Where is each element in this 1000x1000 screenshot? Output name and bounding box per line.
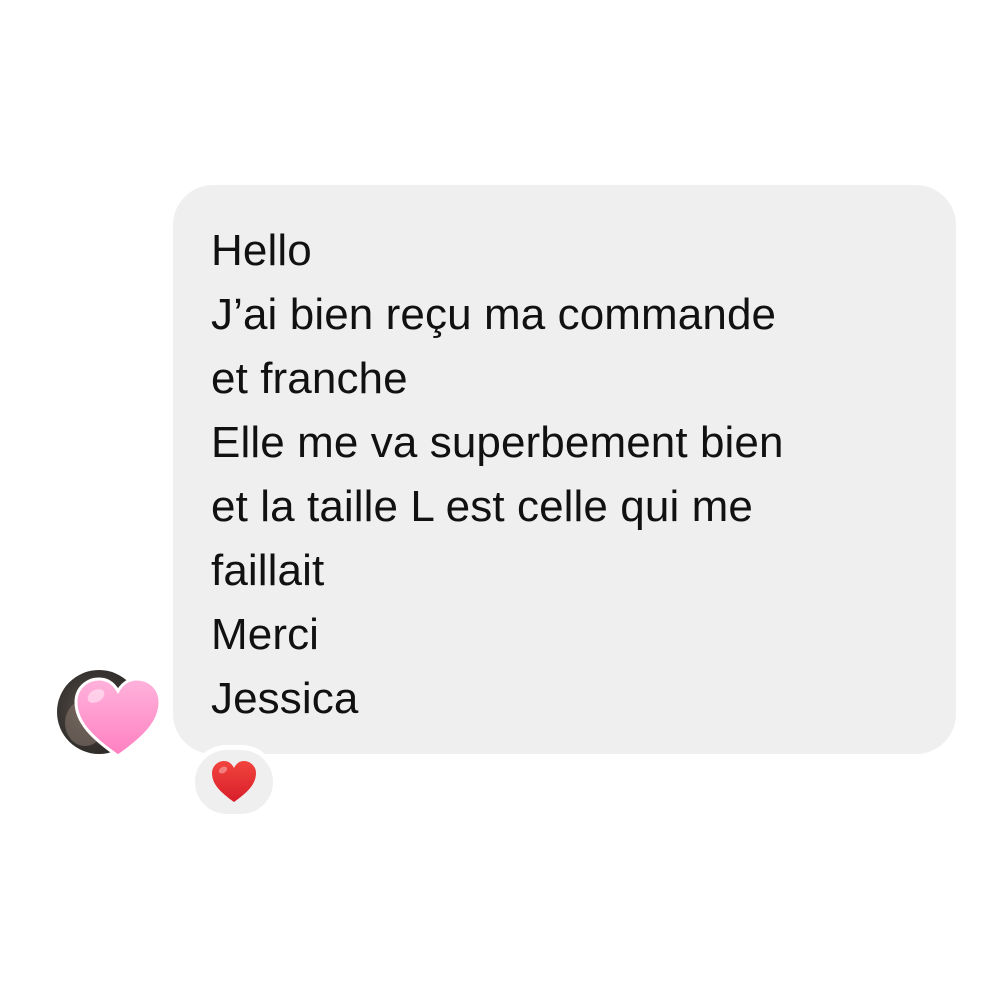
message-line: Elle me va superbement bien	[211, 418, 784, 467]
red-heart-icon	[212, 761, 256, 802]
message-line: Merci	[211, 610, 320, 659]
pink-heart-icon	[74, 677, 162, 758]
message-line: faillait	[211, 546, 325, 595]
message-line: Hello	[211, 226, 312, 275]
message-line: et la taille L est celle qui me	[211, 482, 753, 531]
message-line: J’ai bien reçu ma commande	[211, 290, 777, 339]
message-line: et franche	[211, 354, 408, 403]
reaction-badge[interactable]	[190, 745, 278, 819]
message-line: Jessica	[211, 674, 359, 723]
message-bubble[interactable]: Hello J’ai bien reçu ma commande et fran…	[173, 185, 956, 754]
